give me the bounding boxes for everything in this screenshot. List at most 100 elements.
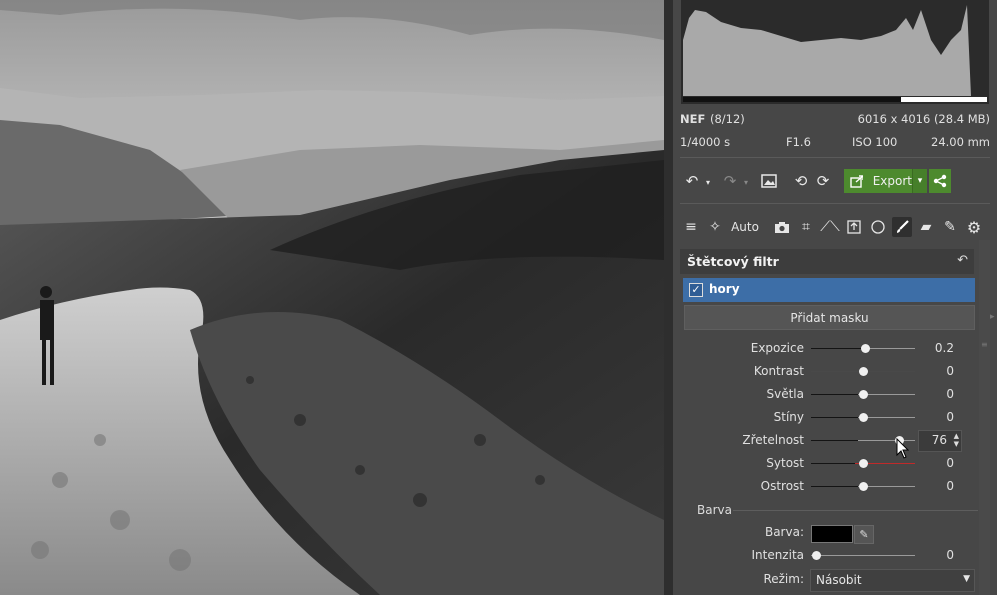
divider-line bbox=[680, 203, 990, 204]
camera-icon[interactable] bbox=[772, 217, 792, 237]
mouse-cursor-icon bbox=[896, 437, 910, 463]
photo-canvas[interactable] bbox=[0, 0, 664, 595]
export-icon bbox=[850, 175, 863, 188]
right-panel: NEF (8/12) 6016 x 4016 (28.4 MB) 1/4000 … bbox=[673, 0, 997, 595]
slider-row: Sytost 0 bbox=[673, 453, 973, 475]
shutter-speed: 1/4000 s bbox=[680, 135, 731, 149]
iso: ISO 100 bbox=[852, 135, 898, 149]
intensity-label: Intenzita bbox=[751, 548, 804, 562]
perspective-icon[interactable]: ⟋⟍ bbox=[820, 217, 840, 237]
eyedropper-icon[interactable]: ✎ bbox=[854, 525, 874, 544]
graduated-filter-icon[interactable] bbox=[844, 217, 864, 237]
rotate-left-icon[interactable]: ⟲ bbox=[790, 170, 812, 192]
settings-gear-icon[interactable]: ⚙ bbox=[964, 217, 984, 237]
slider-value: 0 bbox=[946, 479, 954, 493]
panel-collapse-icon[interactable]: ▸ bbox=[990, 312, 995, 322]
slider-label: Kontrast bbox=[753, 364, 804, 378]
mask-checkbox[interactable]: ✓ bbox=[689, 283, 703, 297]
undo-dropdown-icon[interactable]: ▾ bbox=[703, 172, 713, 192]
color-swatch[interactable] bbox=[811, 525, 853, 543]
reset-icon[interactable]: ↶ bbox=[957, 253, 968, 268]
slider-label: Expozice bbox=[750, 341, 804, 355]
image-view-icon[interactable] bbox=[758, 170, 780, 192]
file-dimensions: 6016 x 4016 (28.4 MB) bbox=[857, 112, 990, 126]
color-group-title: Barva bbox=[697, 503, 732, 517]
share-button[interactable] bbox=[929, 169, 951, 193]
slider-knob[interactable] bbox=[859, 367, 868, 376]
export-label: Export bbox=[872, 174, 912, 188]
slider-fill bbox=[811, 440, 858, 441]
rotate-right-icon[interactable]: ⟳ bbox=[812, 170, 834, 192]
adjustments-icon[interactable]: ≡ bbox=[681, 217, 701, 237]
file-format: NEF bbox=[680, 112, 706, 126]
slider-track[interactable] bbox=[811, 459, 915, 468]
group-divider bbox=[733, 510, 978, 511]
magic-wand-icon[interactable]: ✧ bbox=[705, 217, 725, 237]
slider-track[interactable] bbox=[811, 367, 915, 376]
slider-label: Světla bbox=[766, 387, 805, 401]
focal-length: 24.00 mm bbox=[931, 135, 990, 149]
eraser-icon[interactable]: ▰ bbox=[916, 217, 936, 237]
panel-scrollbar[interactable]: ≡ bbox=[979, 240, 990, 595]
mask-list-item[interactable]: ✓ hory bbox=[683, 278, 975, 302]
slider-label: Sytost bbox=[766, 456, 804, 470]
crop-icon[interactable]: ⌗ bbox=[796, 217, 816, 237]
slider-track[interactable] bbox=[811, 413, 915, 422]
mode-label: Režim: bbox=[763, 572, 804, 586]
aperture: F1.6 bbox=[786, 135, 811, 149]
slider-knob[interactable] bbox=[861, 344, 871, 353]
scroll-thumb[interactable]: ≡ bbox=[981, 340, 988, 360]
panel-divider[interactable] bbox=[664, 0, 673, 595]
export-dropdown-button[interactable]: ▾ bbox=[912, 169, 927, 193]
color-label: Barva: bbox=[764, 525, 804, 539]
slider-label: Stíny bbox=[773, 410, 804, 424]
slider-value: 0 bbox=[946, 410, 954, 424]
brush-filter-header[interactable]: Štětcový filtr ↶ bbox=[680, 249, 974, 274]
slider-track[interactable] bbox=[811, 344, 915, 353]
slider-value: 0 bbox=[946, 364, 954, 378]
slider-row: Zřetelnost 76 ▲ ▼ bbox=[673, 430, 973, 452]
slider-fill bbox=[811, 394, 858, 395]
slider-row: Stíny 0 bbox=[673, 407, 973, 429]
intensity-knob[interactable] bbox=[812, 551, 822, 560]
slider-value: 0 bbox=[946, 387, 954, 401]
blend-mode-select[interactable]: Násobit ▼ bbox=[810, 569, 975, 592]
healing-icon[interactable]: ✎ bbox=[940, 217, 960, 237]
redo-icon[interactable]: ↷ bbox=[719, 170, 741, 192]
intensity-value: 0 bbox=[946, 548, 954, 562]
slider-value: 0 bbox=[946, 456, 954, 470]
slider-knob[interactable] bbox=[859, 390, 868, 399]
export-button[interactable]: Export bbox=[844, 169, 912, 193]
slider-track[interactable] bbox=[811, 390, 915, 399]
blend-mode-value: Násobit bbox=[816, 573, 862, 587]
brush-filter-icon[interactable] bbox=[892, 217, 912, 237]
radial-filter-icon[interactable] bbox=[868, 217, 888, 237]
chevron-down-icon: ▼ bbox=[963, 574, 970, 584]
slider-value: 0.2 bbox=[934, 341, 954, 355]
slider-value: 76 bbox=[931, 433, 947, 447]
slider-fill bbox=[811, 348, 866, 349]
slider-row: Kontrast 0 bbox=[673, 361, 973, 383]
slider-fill bbox=[811, 463, 858, 464]
share-icon bbox=[933, 174, 947, 188]
slider-row: Světla 0 bbox=[673, 384, 973, 406]
divider-line bbox=[680, 157, 990, 158]
slider-value-input[interactable]: 76 ▲ ▼ bbox=[918, 430, 962, 452]
auto-button[interactable]: Auto bbox=[728, 217, 762, 237]
slider-label: Ostrost bbox=[760, 479, 804, 493]
spinner-icon[interactable]: ▲ ▼ bbox=[954, 432, 959, 448]
slider-knob[interactable] bbox=[859, 482, 868, 491]
intensity-track[interactable] bbox=[811, 551, 915, 560]
slider-knob[interactable] bbox=[859, 413, 868, 422]
add-mask-button[interactable]: Přidat masku bbox=[684, 305, 975, 330]
slider-row: Ostrost 0 bbox=[673, 476, 973, 498]
slider-row: Expozice 0.2 bbox=[673, 338, 973, 360]
histogram bbox=[681, 0, 989, 104]
slider-track[interactable] bbox=[811, 482, 915, 491]
file-index: (8/12) bbox=[710, 112, 745, 126]
tool-bar: ≡ ✧ Auto ⌗ ⟋⟍ ▰ ✎ ⚙ bbox=[680, 214, 990, 240]
redo-dropdown-icon[interactable]: ▾ bbox=[741, 172, 751, 192]
slider-knob[interactable] bbox=[859, 459, 868, 468]
slider-label: Zřetelnost bbox=[742, 433, 804, 447]
undo-icon[interactable]: ↶ bbox=[681, 170, 703, 192]
